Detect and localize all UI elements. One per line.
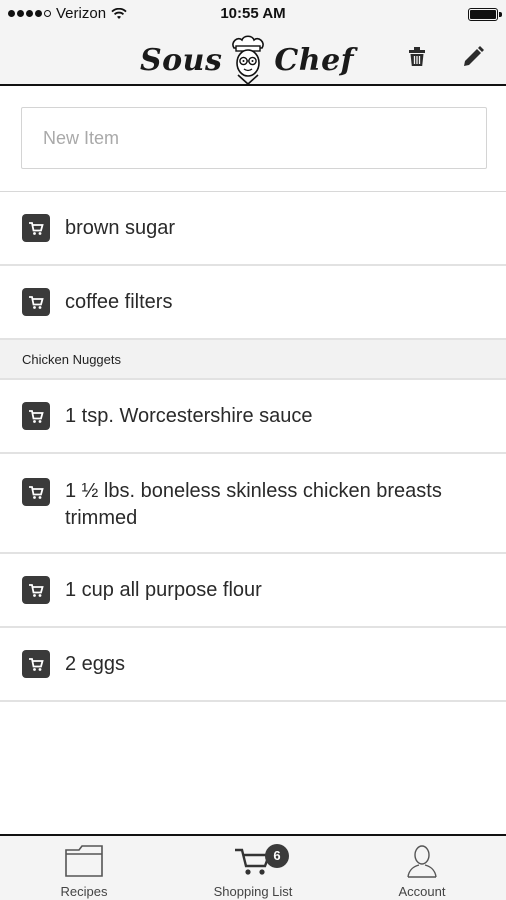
tab-shopping-list[interactable]: 6 Shopping List: [169, 836, 337, 900]
list-item[interactable]: coffee filters: [0, 266, 506, 340]
nav-bar: Sous Chef: [0, 30, 506, 86]
cart-icon[interactable]: [22, 402, 50, 430]
cart-icon[interactable]: [22, 650, 50, 678]
list-item[interactable]: 2 eggs: [0, 628, 506, 702]
tab-bar: Recipes 6 Shopping List Account: [0, 834, 506, 900]
list-item[interactable]: 1 ½ lbs. boneless skinless chicken breas…: [0, 454, 506, 554]
shopping-list: brown sugar coffee filters Chicken Nugge…: [0, 192, 506, 702]
sous-chef-shopping-list-screen: Verizon 10:55 AM Sous Chef New Item brow…: [0, 0, 506, 900]
logo-word-left: Sous: [140, 42, 223, 78]
list-item-label: brown sugar: [65, 217, 176, 239]
tab-account[interactable]: Account: [338, 836, 506, 900]
tab-label: Account: [398, 884, 446, 899]
new-item-input[interactable]: [21, 107, 487, 169]
list-item-label: 1 cup all purpose flour: [65, 579, 262, 601]
status-bar: Verizon 10:55 AM: [0, 0, 506, 30]
cart-icon[interactable]: [22, 576, 50, 604]
chef-face-icon: [232, 35, 265, 86]
trash-icon[interactable]: [404, 44, 430, 70]
app-logo: Sous Chef: [140, 35, 355, 86]
list-item[interactable]: 1 cup all purpose flour: [0, 554, 506, 628]
pencil-icon[interactable]: [460, 44, 486, 70]
list-item[interactable]: brown sugar: [0, 192, 506, 266]
list-item-label: 1 ½ lbs. boneless skinless chicken breas…: [65, 480, 442, 529]
cart-icon[interactable]: [22, 214, 50, 242]
tab-label: Recipes: [60, 884, 108, 899]
logo-word-right: Chef: [274, 42, 355, 78]
list-item-label: 1 tsp. Worcestershire sauce: [65, 405, 313, 427]
list-item-label: coffee filters: [65, 291, 173, 313]
new-item-section: [0, 88, 506, 192]
tab-label: Shopping List: [213, 884, 293, 899]
status-time: 10:55 AM: [220, 5, 286, 22]
cart-count-badge: 6: [265, 844, 289, 868]
cart-icon[interactable]: [22, 478, 50, 506]
section-title: Chicken Nuggets: [22, 352, 121, 367]
section-header: Chicken Nuggets: [0, 340, 506, 380]
person-icon: [407, 845, 437, 878]
folder-icon: [65, 845, 103, 877]
cart-icon[interactable]: [22, 288, 50, 316]
list-item-label: 2 eggs: [65, 653, 126, 675]
battery-icon: [468, 8, 502, 21]
list-item[interactable]: 1 tsp. Worcestershire sauce: [0, 380, 506, 454]
tab-recipes[interactable]: Recipes: [0, 836, 168, 900]
